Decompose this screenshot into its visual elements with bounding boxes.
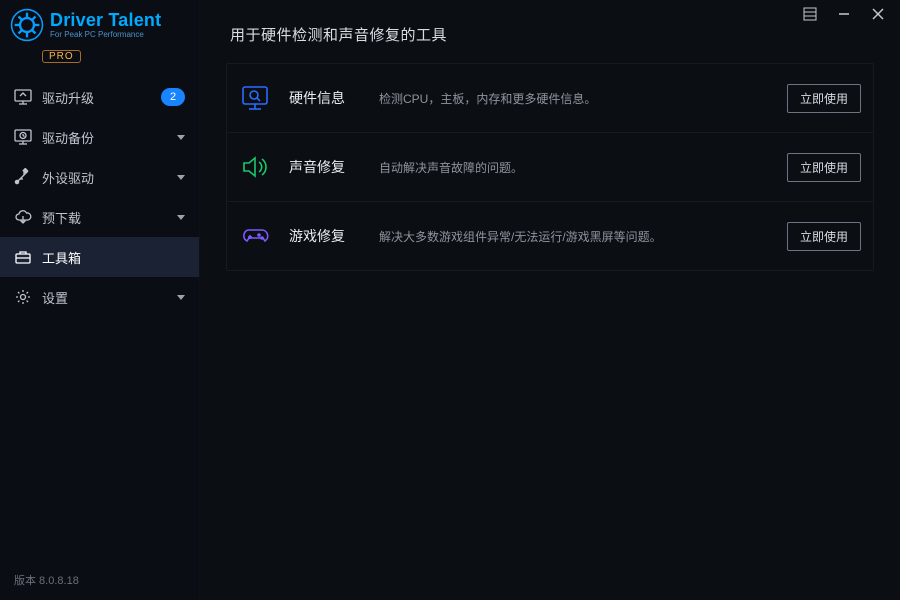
sidebar-item-label: 驱动备份 bbox=[42, 128, 167, 147]
window-titlebar bbox=[802, 0, 900, 28]
brand-pro-badge: PRO bbox=[42, 50, 81, 63]
monitor-search-icon bbox=[239, 82, 271, 114]
sidebar-item-label: 设置 bbox=[42, 288, 167, 307]
sidebar-item-label: 外设驱动 bbox=[42, 168, 167, 187]
sidebar-item-label: 预下载 bbox=[42, 208, 167, 227]
tool-row-sound: 声音修复 自动解决声音故障的问题。 立即使用 bbox=[227, 132, 873, 201]
app-root: Driver Talent For Peak PC Performance PR… bbox=[0, 0, 900, 600]
chevron-down-icon bbox=[177, 135, 185, 140]
tool-list: 硬件信息 检测CPU，主板，内存和更多硬件信息。 立即使用 声音修复 自动解决声… bbox=[226, 63, 874, 271]
use-now-button[interactable]: 立即使用 bbox=[787, 153, 861, 182]
use-now-button[interactable]: 立即使用 bbox=[787, 222, 861, 251]
monitor-up-icon bbox=[14, 88, 32, 106]
toolbox-icon bbox=[14, 248, 32, 266]
tool-row-hardware: 硬件信息 检测CPU，主板，内存和更多硬件信息。 立即使用 bbox=[227, 64, 873, 132]
close-icon[interactable] bbox=[870, 6, 886, 22]
tool-row-game: 游戏修复 解决大多数游戏组件异常/无法运行/游戏黑屏等问题。 立即使用 bbox=[227, 201, 873, 270]
menu-icon[interactable] bbox=[802, 6, 818, 22]
sidebar-item-peripherals[interactable]: 外设驱动 bbox=[0, 157, 199, 197]
sidebar-item-backup[interactable]: 驱动备份 bbox=[0, 117, 199, 157]
chevron-down-icon bbox=[177, 215, 185, 220]
brand-subtitle: For Peak PC Performance bbox=[50, 31, 161, 39]
sidebar-item-label: 驱动升级 bbox=[42, 88, 151, 107]
version-label: 版本 8.0.8.18 bbox=[0, 562, 199, 600]
main-panel: 用于硬件检测和声音修复的工具 硬件信息 检测CPU，主板，内存和更多硬件信息。 … bbox=[200, 0, 900, 600]
sidebar-item-upgrade[interactable]: 驱动升级 2 bbox=[0, 77, 199, 117]
tool-name: 声音修复 bbox=[289, 157, 379, 177]
sidebar-item-settings[interactable]: 设置 bbox=[0, 277, 199, 317]
tool-name: 游戏修复 bbox=[289, 226, 379, 246]
brand-logo-icon bbox=[10, 8, 44, 42]
minimize-icon[interactable] bbox=[836, 6, 852, 22]
sidebar-nav: 驱动升级 2 驱动备份 bbox=[0, 77, 199, 562]
tool-desc: 自动解决声音故障的问题。 bbox=[379, 159, 787, 176]
chevron-down-icon bbox=[177, 295, 185, 300]
usb-icon bbox=[14, 168, 32, 186]
chevron-down-icon bbox=[177, 175, 185, 180]
sidebar-item-toolbox[interactable]: 工具箱 bbox=[0, 237, 199, 277]
speaker-icon bbox=[239, 151, 271, 183]
tool-desc: 解决大多数游戏组件异常/无法运行/游戏黑屏等问题。 bbox=[379, 228, 787, 245]
sidebar: Driver Talent For Peak PC Performance PR… bbox=[0, 0, 200, 600]
clock-monitor-icon bbox=[14, 128, 32, 146]
brand-title: Driver Talent bbox=[50, 11, 161, 29]
sidebar-item-label: 工具箱 bbox=[42, 248, 185, 267]
page-title: 用于硬件检测和声音修复的工具 bbox=[226, 24, 874, 45]
sidebar-item-predownload[interactable]: 预下载 bbox=[0, 197, 199, 237]
gear-icon bbox=[14, 288, 32, 306]
gamepad-icon bbox=[239, 220, 271, 252]
sidebar-badge: 2 bbox=[161, 88, 185, 106]
brand: Driver Talent For Peak PC Performance bbox=[0, 0, 199, 48]
tool-desc: 检测CPU，主板，内存和更多硬件信息。 bbox=[379, 90, 787, 107]
use-now-button[interactable]: 立即使用 bbox=[787, 84, 861, 113]
cloud-download-icon bbox=[14, 208, 32, 226]
tool-name: 硬件信息 bbox=[289, 88, 379, 108]
